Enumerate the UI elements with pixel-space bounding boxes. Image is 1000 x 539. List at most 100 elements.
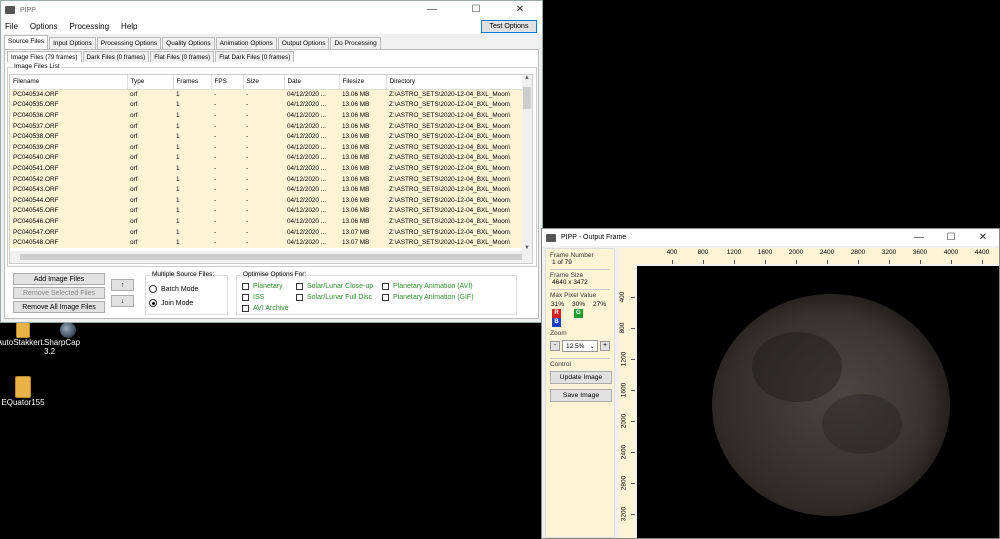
red-channel-toggle[interactable]: R	[552, 309, 561, 318]
table-row[interactable]: PC040535.ORF orf 1- -04/12/2020 ... 13.06 MB…	[10, 99, 522, 111]
update-image-button[interactable]: Update Image	[550, 371, 612, 384]
column-header-fps[interactable]: FPS	[211, 75, 244, 90]
table-row[interactable]: PC040544.ORF orf 1- -04/12/2020 ... 13.06 MB…	[10, 194, 522, 206]
maximize-icon[interactable]: ☐	[935, 229, 967, 247]
horizontal-scrollbar[interactable]	[10, 251, 532, 263]
table-row[interactable]: PC040546.ORF orf 1- -04/12/2020 ... 13.06 MB…	[10, 216, 522, 227]
table-row[interactable]: PC040536.ORF orf 1- -04/12/2020 ... 13.06 MB…	[10, 110, 522, 121]
table-row[interactable]: PC040547.ORF orf 1- -04/12/2020 ... 13.07 MB…	[10, 226, 522, 238]
menu-options[interactable]: Options	[30, 22, 58, 31]
minimize-icon[interactable]: —	[410, 1, 454, 19]
ruler-label: 400	[618, 291, 626, 303]
table-row[interactable]: PC040534.ORF orf 1- -04/12/2020 ... 13.06 MB…	[10, 89, 522, 100]
desktop-icon-equator[interactable]: EQuator155	[0, 376, 46, 407]
ruler-tick	[631, 390, 635, 391]
moon-maria	[752, 332, 842, 402]
table-cell: orf	[127, 99, 173, 111]
table-row[interactable]: PC040541.ORF orf 1- -04/12/2020 ... 13.06 MB…	[10, 163, 522, 174]
ruler-tick	[765, 260, 766, 264]
scrollbar-thumb[interactable]	[523, 87, 531, 109]
table-cell: Z:\ASTRO_SETS\2020-12-04_BXL_Moon\	[386, 205, 522, 217]
remove-selected-files-button[interactable]: Remove Selected Files	[13, 287, 105, 299]
planetary-checkbox[interactable]: Planetary	[242, 283, 283, 290]
sharpcap-icon	[60, 322, 76, 338]
table-cell: 1	[173, 173, 211, 185]
remove-all-image-files-button[interactable]: Remove All Image Files	[13, 301, 105, 313]
scroll-up-icon[interactable]: ▲	[522, 75, 532, 81]
menu-processing[interactable]: Processing	[69, 22, 109, 31]
column-header-filename[interactable]: Filename	[10, 75, 128, 90]
avi-archive-checkbox[interactable]: AVI Archive	[242, 305, 289, 312]
close-icon[interactable]: ✕	[498, 1, 542, 19]
tab-input-options[interactable]: Input Options	[49, 37, 96, 49]
join-mode-radio[interactable]: Join Mode	[149, 299, 198, 307]
iss-checkbox[interactable]: ISS	[242, 294, 264, 301]
table-cell: 04/12/2020 ...	[284, 99, 339, 111]
table-cell: PC040541.ORF	[10, 163, 127, 174]
table-row[interactable]: PC040538.ORF orf 1- -04/12/2020 ... 13.06 MB…	[10, 131, 522, 142]
green-channel-toggle[interactable]: G	[573, 309, 583, 318]
close-icon[interactable]: ✕	[967, 229, 999, 247]
table-cell: 1	[173, 99, 211, 111]
subtab-flat-dark-files[interactable]: Flat Dark Files (0 frames)	[215, 51, 295, 62]
table-cell: 1	[173, 194, 211, 206]
tab-source-files[interactable]: Source Files	[4, 35, 49, 49]
table-cell: orf	[127, 163, 173, 174]
save-image-button[interactable]: Save Image	[550, 389, 612, 402]
tab-quality-options[interactable]: Quality Options	[162, 37, 215, 49]
column-header-frames[interactable]: Frames	[173, 75, 212, 90]
tab-output-options[interactable]: Output Options	[277, 37, 330, 49]
move-up-button[interactable]: ↑	[111, 279, 134, 291]
blue-channel-toggle[interactable]: B	[552, 318, 561, 327]
maximize-icon[interactable]: ☐	[454, 1, 498, 19]
table-cell: -	[211, 110, 243, 121]
desktop-icon-autostakkert[interactable]: AutoStakkert...	[0, 322, 50, 347]
minimize-icon[interactable]: —	[903, 229, 935, 247]
table-row[interactable]: PC040543.ORF orf 1- -04/12/2020 ... 13.06 MB…	[10, 184, 522, 195]
table-cell: 04/12/2020 ...	[284, 205, 339, 217]
solar-lunar-full-disc-checkbox[interactable]: Solar/Lunar Full Disc	[296, 294, 372, 301]
add-image-files-button[interactable]: Add Image Files	[13, 273, 105, 285]
tab-animation-options[interactable]: Animation Options	[215, 37, 277, 49]
column-header-size[interactable]: Size	[243, 75, 285, 90]
tab-processing-options[interactable]: Processing Options	[96, 37, 162, 49]
subtab-flat-files[interactable]: Flat Files (0 frames)	[150, 51, 215, 62]
table-cell: 13.06 MB	[339, 173, 386, 185]
table-row[interactable]: PC040542.ORF orf 1- -04/12/2020 ... 13.06 MB…	[10, 173, 522, 185]
tab-do-processing[interactable]: Do Processing	[330, 37, 381, 49]
table-cell: 04/12/2020 ...	[284, 237, 339, 248]
desktop-icon-sharpcap[interactable]: SharpCap 3.2	[44, 322, 92, 356]
zoom-select[interactable]: 12.5% ⌄	[562, 340, 598, 352]
table-row[interactable]: PC040545.ORF orf 1- -04/12/2020 ... 13.06 MB…	[10, 205, 522, 217]
table-cell: -	[211, 89, 243, 100]
zoom-in-button[interactable]: +	[600, 341, 610, 351]
subtab-image-files[interactable]: Image Files (79 frames)	[7, 51, 82, 62]
vertical-scrollbar[interactable]: ▲ ▼	[522, 75, 532, 251]
test-options-button[interactable]: Test Options	[481, 20, 537, 33]
window-title: PIPP	[20, 6, 36, 14]
menu-file[interactable]: File	[5, 22, 18, 31]
batch-mode-radio[interactable]: Batch Mode	[149, 285, 198, 293]
scrollbar-thumb[interactable]	[20, 254, 522, 260]
solar-lunar-closeup-checkbox[interactable]: Solar/Lunar Close-up	[296, 283, 373, 290]
radio-indicator	[149, 299, 157, 307]
table-cell: orf	[127, 89, 173, 100]
desktop-icon-label: AutoStakkert...	[0, 338, 50, 347]
table-row[interactable]: PC040540.ORF orf 1- -04/12/2020 ... 13.06 MB…	[10, 152, 522, 164]
checkbox-box	[242, 305, 249, 312]
column-header-type[interactable]: Type	[127, 75, 174, 90]
subtab-dark-files[interactable]: Dark Files (0 frames)	[82, 51, 150, 62]
planetary-animation-avi-checkbox[interactable]: Planetary Animation (AVI)	[382, 283, 473, 290]
planetary-animation-gif-checkbox[interactable]: Planetary Animation (GIF)	[382, 294, 474, 301]
table-row[interactable]: PC040539.ORF orf 1- -04/12/2020 ... 13.06 MB…	[10, 141, 522, 153]
zoom-out-button[interactable]: -	[550, 341, 560, 351]
move-down-button[interactable]: ↓	[111, 295, 134, 307]
table-row[interactable]: PC040537.ORF orf 1- -04/12/2020 ... 13.06 MB…	[10, 120, 522, 132]
table-row[interactable]: PC040548.ORF orf 1- -04/12/2020 ... 13.07 MB…	[10, 237, 522, 248]
table-cell: 1	[173, 205, 211, 217]
column-header-directory[interactable]: Directory	[386, 75, 523, 90]
column-header-date[interactable]: Date	[284, 75, 340, 90]
menu-help[interactable]: Help	[121, 22, 137, 31]
frame-preview[interactable]	[637, 266, 999, 538]
column-header-filesize[interactable]: Filesize	[339, 75, 387, 90]
